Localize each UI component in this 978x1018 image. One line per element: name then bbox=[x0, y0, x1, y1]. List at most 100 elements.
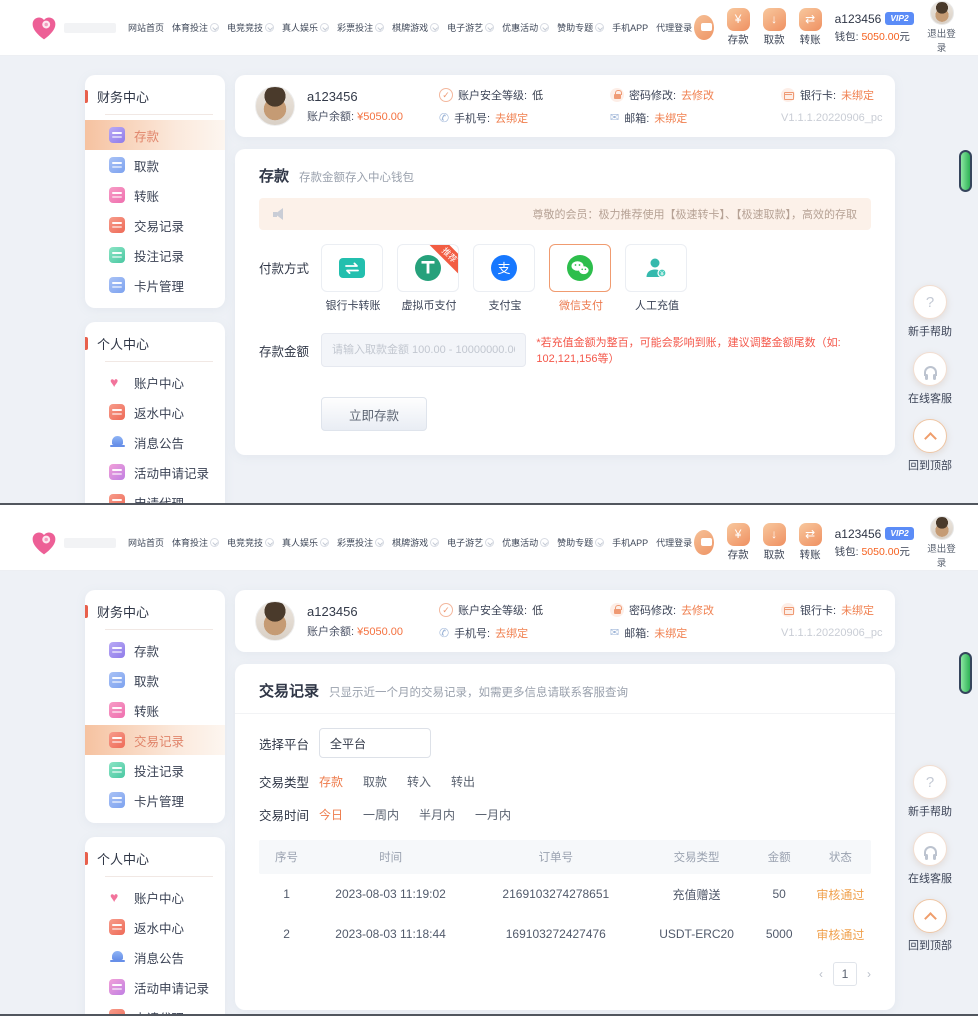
sidebar-item-apply-agent[interactable]: 申请代理 bbox=[85, 487, 225, 505]
top-navbar: 网站首页 体育投注 电竞竞技 真人娱乐 彩票投注 棋牌游戏 电子游艺 优惠活动 … bbox=[0, 0, 978, 55]
brand-logo[interactable] bbox=[30, 529, 116, 557]
nav-link-sponsorship[interactable]: 赞助专题 bbox=[555, 534, 606, 551]
nav-link-esports[interactable]: 电竞竞技 bbox=[225, 19, 276, 36]
navbar-right: ¥存款 ↓取款 ⇄转账 a123456VIP2 钱包: 5050.00元 退出登… bbox=[694, 1, 956, 54]
payment-method-crypto[interactable]: 推荐 虚拟币支付 bbox=[397, 244, 461, 313]
sidebar-item-rebate-center[interactable]: 返水中心 bbox=[85, 912, 225, 942]
message-icon[interactable] bbox=[694, 15, 713, 40]
prev-page-button[interactable]: ‹ bbox=[819, 967, 823, 981]
sidebar-item-withdraw[interactable]: 取款 bbox=[85, 150, 225, 180]
sidebar-item-withdraw[interactable]: 取款 bbox=[85, 665, 225, 695]
nav-link-sports[interactable]: 体育投注 bbox=[170, 534, 221, 551]
page-number[interactable]: 1 bbox=[833, 962, 857, 986]
sidebar-item-transaction-records[interactable]: 交易记录 bbox=[85, 725, 225, 755]
sidebar-item-account-center[interactable]: 账户中心 bbox=[85, 882, 225, 912]
withdraw-icon bbox=[109, 157, 125, 173]
sidebar-item-deposit[interactable]: 存款 bbox=[85, 635, 225, 665]
scrollbar-thumb[interactable] bbox=[959, 652, 972, 694]
deposit-submit-button[interactable]: 立即存款 bbox=[321, 397, 427, 431]
bind-phone-link[interactable]: 去绑定 bbox=[495, 110, 528, 126]
nav-link-sponsorship[interactable]: 赞助专题 bbox=[555, 19, 606, 36]
nav-link-live-casino[interactable]: 真人娱乐 bbox=[280, 19, 331, 36]
sidebar-item-transfer[interactable]: 转账 bbox=[85, 695, 225, 725]
time-option-half-month[interactable]: 半月内 bbox=[419, 806, 455, 823]
float-back-to-top[interactable]: 回到顶部 bbox=[898, 419, 962, 473]
bell-icon bbox=[109, 949, 125, 965]
bind-bankcard-link[interactable]: 未绑定 bbox=[841, 602, 874, 618]
float-newbie-help[interactable]: 新手帮助 bbox=[898, 285, 962, 339]
payment-method-bank-transfer[interactable]: 银行卡转账 bbox=[321, 244, 385, 313]
time-option-month[interactable]: 一月内 bbox=[475, 806, 511, 823]
phone-icon bbox=[439, 111, 449, 125]
nav-link-promotions[interactable]: 优惠活动 bbox=[500, 534, 551, 551]
sidebar-item-betting-records[interactable]: 投注记录 bbox=[85, 240, 225, 270]
nav-link-esports[interactable]: 电竞竞技 bbox=[225, 534, 276, 551]
nav-link-live-casino[interactable]: 真人娱乐 bbox=[280, 534, 331, 551]
logout-button[interactable]: 退出登录 bbox=[927, 1, 957, 54]
sidebar-item-rebate-center[interactable]: 返水中心 bbox=[85, 397, 225, 427]
nav-link-mobile-app[interactable]: 手机APP bbox=[610, 534, 650, 551]
type-option-deposit[interactable]: 存款 bbox=[319, 773, 343, 790]
sidebar-item-transfer[interactable]: 转账 bbox=[85, 180, 225, 210]
chevron-up-icon bbox=[913, 899, 947, 933]
nav-link-mobile-app[interactable]: 手机APP bbox=[610, 19, 650, 36]
logout-button[interactable]: 退出登录 bbox=[927, 516, 957, 569]
payment-method-alipay[interactable]: 支 支付宝 bbox=[473, 244, 537, 313]
nav-link-slots[interactable]: 电子游艺 bbox=[445, 534, 496, 551]
payment-method-wechat[interactable]: 微信支付 bbox=[549, 244, 613, 313]
brand-logo[interactable] bbox=[30, 14, 116, 42]
float-back-to-top[interactable]: 回到顶部 bbox=[898, 899, 962, 953]
sidebar-item-apply-agent[interactable]: 申请代理 bbox=[85, 1002, 225, 1016]
time-option-today[interactable]: 今日 bbox=[319, 806, 343, 823]
nav-link-home[interactable]: 网站首页 bbox=[126, 19, 166, 36]
time-option-week[interactable]: 一周内 bbox=[363, 806, 399, 823]
quick-action-transfer[interactable]: ⇄转账 bbox=[799, 523, 822, 562]
nav-link-board-games[interactable]: 棋牌游戏 bbox=[390, 19, 441, 36]
sidebar-item-account-center[interactable]: 账户中心 bbox=[85, 367, 225, 397]
sidebar-item-card-management[interactable]: 卡片管理 bbox=[85, 270, 225, 300]
change-password-link[interactable]: 去修改 bbox=[681, 602, 714, 618]
change-password-link[interactable]: 去修改 bbox=[681, 87, 714, 103]
float-newbie-help[interactable]: 新手帮助 bbox=[898, 765, 962, 819]
payment-method-manual[interactable]: ¥ 人工充值 bbox=[625, 244, 689, 313]
message-icon[interactable] bbox=[694, 530, 713, 555]
float-online-service[interactable]: 在线客服 bbox=[898, 352, 962, 406]
sidebar-item-activity-application-records[interactable]: 活动申请记录 bbox=[85, 457, 225, 487]
scrollbar-thumb[interactable] bbox=[959, 150, 972, 192]
quick-action-transfer[interactable]: ⇄转账 bbox=[799, 8, 822, 47]
nav-link-lottery[interactable]: 彩票投注 bbox=[335, 19, 386, 36]
nav-link-lottery[interactable]: 彩票投注 bbox=[335, 534, 386, 551]
notice-bar: 尊敬的会员：极力推荐使用【极速转卡】、【极速取款】，高效的存取 bbox=[259, 198, 871, 230]
nav-link-home[interactable]: 网站首页 bbox=[126, 534, 166, 551]
quick-action-deposit[interactable]: ¥存款 bbox=[727, 8, 750, 47]
float-online-service[interactable]: 在线客服 bbox=[898, 832, 962, 886]
platform-select[interactable]: 全平台 bbox=[319, 728, 431, 758]
nav-link-slots[interactable]: 电子游艺 bbox=[445, 19, 496, 36]
nav-link-agent-login[interactable]: 代理登录 bbox=[654, 19, 694, 36]
nav-link-agent-login[interactable]: 代理登录 bbox=[654, 534, 694, 551]
nav-link-board-games[interactable]: 棋牌游戏 bbox=[390, 534, 441, 551]
bind-email-link[interactable]: 未绑定 bbox=[654, 110, 687, 126]
nav-link-promotions[interactable]: 优惠活动 bbox=[500, 19, 551, 36]
sidebar-item-transaction-records[interactable]: 交易记录 bbox=[85, 210, 225, 240]
chevron-down-icon bbox=[430, 23, 439, 32]
quick-action-withdraw[interactable]: ↓取款 bbox=[763, 523, 786, 562]
sidebar-item-announcements[interactable]: 消息公告 bbox=[85, 942, 225, 972]
bind-phone-link[interactable]: 去绑定 bbox=[495, 625, 528, 641]
nav-link-sports[interactable]: 体育投注 bbox=[170, 19, 221, 36]
sidebar-item-announcements[interactable]: 消息公告 bbox=[85, 427, 225, 457]
deposit-amount-input[interactable] bbox=[321, 333, 526, 367]
sidebar-item-card-management[interactable]: 卡片管理 bbox=[85, 785, 225, 815]
bind-email-link[interactable]: 未绑定 bbox=[654, 625, 687, 641]
type-option-transfer-out[interactable]: 转出 bbox=[451, 773, 475, 790]
type-option-withdraw[interactable]: 取款 bbox=[363, 773, 387, 790]
bind-bankcard-link[interactable]: 未绑定 bbox=[841, 87, 874, 103]
quick-action-withdraw[interactable]: ↓取款 bbox=[763, 8, 786, 47]
transaction-records-icon bbox=[109, 217, 125, 233]
type-option-transfer-in[interactable]: 转入 bbox=[407, 773, 431, 790]
sidebar-item-activity-application-records[interactable]: 活动申请记录 bbox=[85, 972, 225, 1002]
next-page-button[interactable]: › bbox=[867, 967, 871, 981]
quick-action-deposit[interactable]: ¥存款 bbox=[727, 523, 750, 562]
sidebar-item-deposit[interactable]: 存款 bbox=[85, 120, 225, 150]
sidebar-item-betting-records[interactable]: 投注记录 bbox=[85, 755, 225, 785]
